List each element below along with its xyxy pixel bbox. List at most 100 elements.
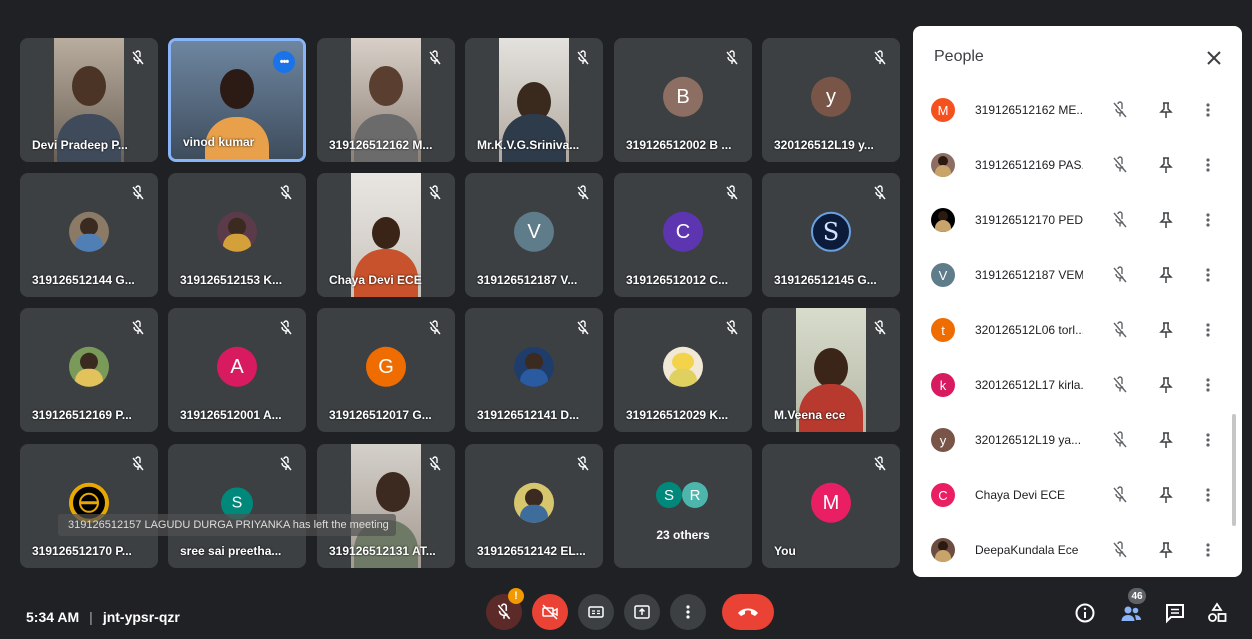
meeting-details: 5:34 AM | jnt-ypsr-qzr bbox=[26, 609, 180, 625]
people-icon bbox=[1121, 606, 1141, 621]
people-list-item[interactable]: y 320126512L19 ya... bbox=[931, 422, 1211, 458]
participant-tile[interactable]: 319126512169 P... bbox=[20, 308, 158, 432]
pin-icon[interactable] bbox=[1157, 156, 1175, 174]
participant-avatar bbox=[931, 153, 955, 177]
people-list-item[interactable]: 319126512169 PAS... bbox=[931, 147, 1211, 183]
activities-button[interactable] bbox=[1204, 600, 1230, 626]
participant-tile[interactable]: M.Veena ece bbox=[762, 308, 900, 432]
more-options-button[interactable] bbox=[670, 594, 706, 630]
mic-off-icon bbox=[1113, 156, 1127, 173]
people-list-item[interactable]: t 320126512L06 torl... bbox=[931, 312, 1211, 348]
others-tile[interactable]: S R 23 others bbox=[614, 444, 752, 568]
camera-toggle-button[interactable] bbox=[532, 594, 568, 630]
pin-icon[interactable] bbox=[1157, 486, 1175, 504]
mic-off-icon bbox=[1113, 376, 1127, 393]
participant-tile[interactable]: 319126512131 AT... bbox=[317, 444, 455, 568]
activities-icon bbox=[1208, 602, 1227, 622]
pin-icon[interactable] bbox=[1157, 376, 1175, 394]
bottom-bar: 5:34 AM | jnt-ypsr-qzr ! 46 bbox=[0, 588, 1252, 639]
people-list-name: 319126512162 ME... bbox=[975, 103, 1083, 117]
participant-name: M.Veena ece bbox=[774, 408, 846, 422]
participant-name: 319126512012 C... bbox=[626, 273, 729, 287]
people-list-item[interactable]: DeepaKundala Ece bbox=[931, 532, 1211, 568]
participant-avatar: S bbox=[656, 482, 682, 508]
pin-icon[interactable] bbox=[1157, 431, 1175, 449]
mic-off-icon bbox=[1113, 431, 1127, 448]
more-vert-icon[interactable] bbox=[1199, 376, 1217, 394]
mic-off-icon bbox=[497, 603, 511, 620]
people-list-item[interactable]: M 319126512162 ME... bbox=[931, 92, 1211, 128]
more-vert-icon[interactable] bbox=[1199, 486, 1217, 504]
participant-name: 319126512187 V... bbox=[477, 273, 578, 287]
mic-off-icon bbox=[132, 456, 144, 471]
mic-off-icon bbox=[280, 456, 292, 471]
panel-title: People bbox=[934, 48, 984, 65]
meeting-details-button[interactable] bbox=[1072, 600, 1098, 626]
mic-off-icon bbox=[874, 50, 886, 65]
pin-icon[interactable] bbox=[1157, 101, 1175, 119]
mic-off-icon bbox=[1113, 541, 1127, 558]
end-call-button[interactable] bbox=[722, 594, 774, 630]
mic-off-icon bbox=[726, 50, 738, 65]
mic-off-icon bbox=[874, 456, 886, 471]
people-list-item[interactable]: V 319126512187 VEM... bbox=[931, 257, 1211, 293]
participant-tile[interactable]: 319126512029 K... bbox=[614, 308, 752, 432]
more-vert-icon[interactable] bbox=[1199, 541, 1217, 559]
pin-icon[interactable] bbox=[1157, 321, 1175, 339]
more-vert-icon[interactable] bbox=[1199, 211, 1217, 229]
participant-tile[interactable]: 319126512141 D... bbox=[465, 308, 603, 432]
more-vert-icon bbox=[686, 605, 690, 619]
people-list-item[interactable]: k 320126512L17 kirla... bbox=[931, 367, 1211, 403]
people-list-name: Chaya Devi ECE bbox=[975, 488, 1066, 502]
people-list-name: 320126512L19 ya... bbox=[975, 433, 1082, 447]
participant-tile[interactable]: 319126512153 K... bbox=[168, 173, 306, 297]
left-meeting-toast: 319126512157 LAGUDU DURGA PRIYANKA has l… bbox=[58, 514, 396, 536]
participant-tile[interactable]: S 319126512145 G... bbox=[762, 173, 900, 297]
participant-tile[interactable]: S sree sai preetha... bbox=[168, 444, 306, 568]
participant-tile[interactable]: Chaya Devi ECE bbox=[317, 173, 455, 297]
end-call-icon bbox=[738, 608, 758, 616]
more-options-icon[interactable]: ••• bbox=[273, 51, 295, 73]
more-vert-icon[interactable] bbox=[1199, 101, 1217, 119]
participant-tile[interactable]: B 319126512002 B ... bbox=[614, 38, 752, 162]
participant-tile[interactable]: V 319126512187 V... bbox=[465, 173, 603, 297]
mic-off-icon bbox=[132, 185, 144, 200]
participant-avatar: A bbox=[217, 346, 257, 387]
people-button[interactable]: 46 bbox=[1118, 588, 1146, 626]
present-button[interactable] bbox=[624, 594, 660, 630]
captions-icon bbox=[588, 606, 604, 618]
mic-off-icon bbox=[429, 50, 441, 65]
participant-grid: Devi Pradeep P... ••• vinod kumar 319126… bbox=[20, 38, 900, 568]
participant-tile[interactable]: C 319126512012 C... bbox=[614, 173, 752, 297]
more-vert-icon[interactable] bbox=[1199, 431, 1217, 449]
more-vert-icon[interactable] bbox=[1199, 156, 1217, 174]
pin-icon[interactable] bbox=[1157, 541, 1175, 559]
participant-tile[interactable]: Mr.K.V.G.Sriniva... bbox=[465, 38, 603, 162]
mic-off-icon bbox=[577, 185, 589, 200]
scrollbar[interactable] bbox=[1232, 414, 1236, 526]
participant-name: 319126512002 B ... bbox=[626, 138, 732, 152]
participant-tile[interactable]: 319126512144 G... bbox=[20, 173, 158, 297]
participant-tile[interactable]: 319126512162 M... bbox=[317, 38, 455, 162]
participant-name: 319126512017 G... bbox=[329, 408, 432, 422]
participant-tile[interactable]: ••• vinod kumar bbox=[168, 38, 306, 162]
mic-toggle-button[interactable]: ! bbox=[486, 588, 524, 630]
close-icon[interactable] bbox=[1202, 46, 1226, 70]
participant-avatar: M bbox=[931, 98, 955, 122]
more-vert-icon[interactable] bbox=[1199, 266, 1217, 284]
pin-icon[interactable] bbox=[1157, 211, 1175, 229]
chat-button[interactable] bbox=[1162, 600, 1188, 626]
captions-button[interactable] bbox=[578, 594, 614, 630]
participant-tile[interactable]: 319126512170 P... bbox=[20, 444, 158, 568]
participant-tile[interactable]: y 320126512L19 y... bbox=[762, 38, 900, 162]
people-list-item[interactable]: 319126512170 PED... bbox=[931, 202, 1211, 238]
people-list-item[interactable]: C Chaya Devi ECE bbox=[931, 477, 1211, 513]
participant-tile[interactable]: Devi Pradeep P... bbox=[20, 38, 158, 162]
participant-tile[interactable]: G 319126512017 G... bbox=[317, 308, 455, 432]
self-tile[interactable]: M You bbox=[762, 444, 900, 568]
participant-tile[interactable]: 319126512142 EL... bbox=[465, 444, 603, 568]
participant-tile[interactable]: A 319126512001 A... bbox=[168, 308, 306, 432]
more-vert-icon[interactable] bbox=[1199, 321, 1217, 339]
participant-name: vinod kumar bbox=[183, 135, 255, 149]
pin-icon[interactable] bbox=[1157, 266, 1175, 284]
